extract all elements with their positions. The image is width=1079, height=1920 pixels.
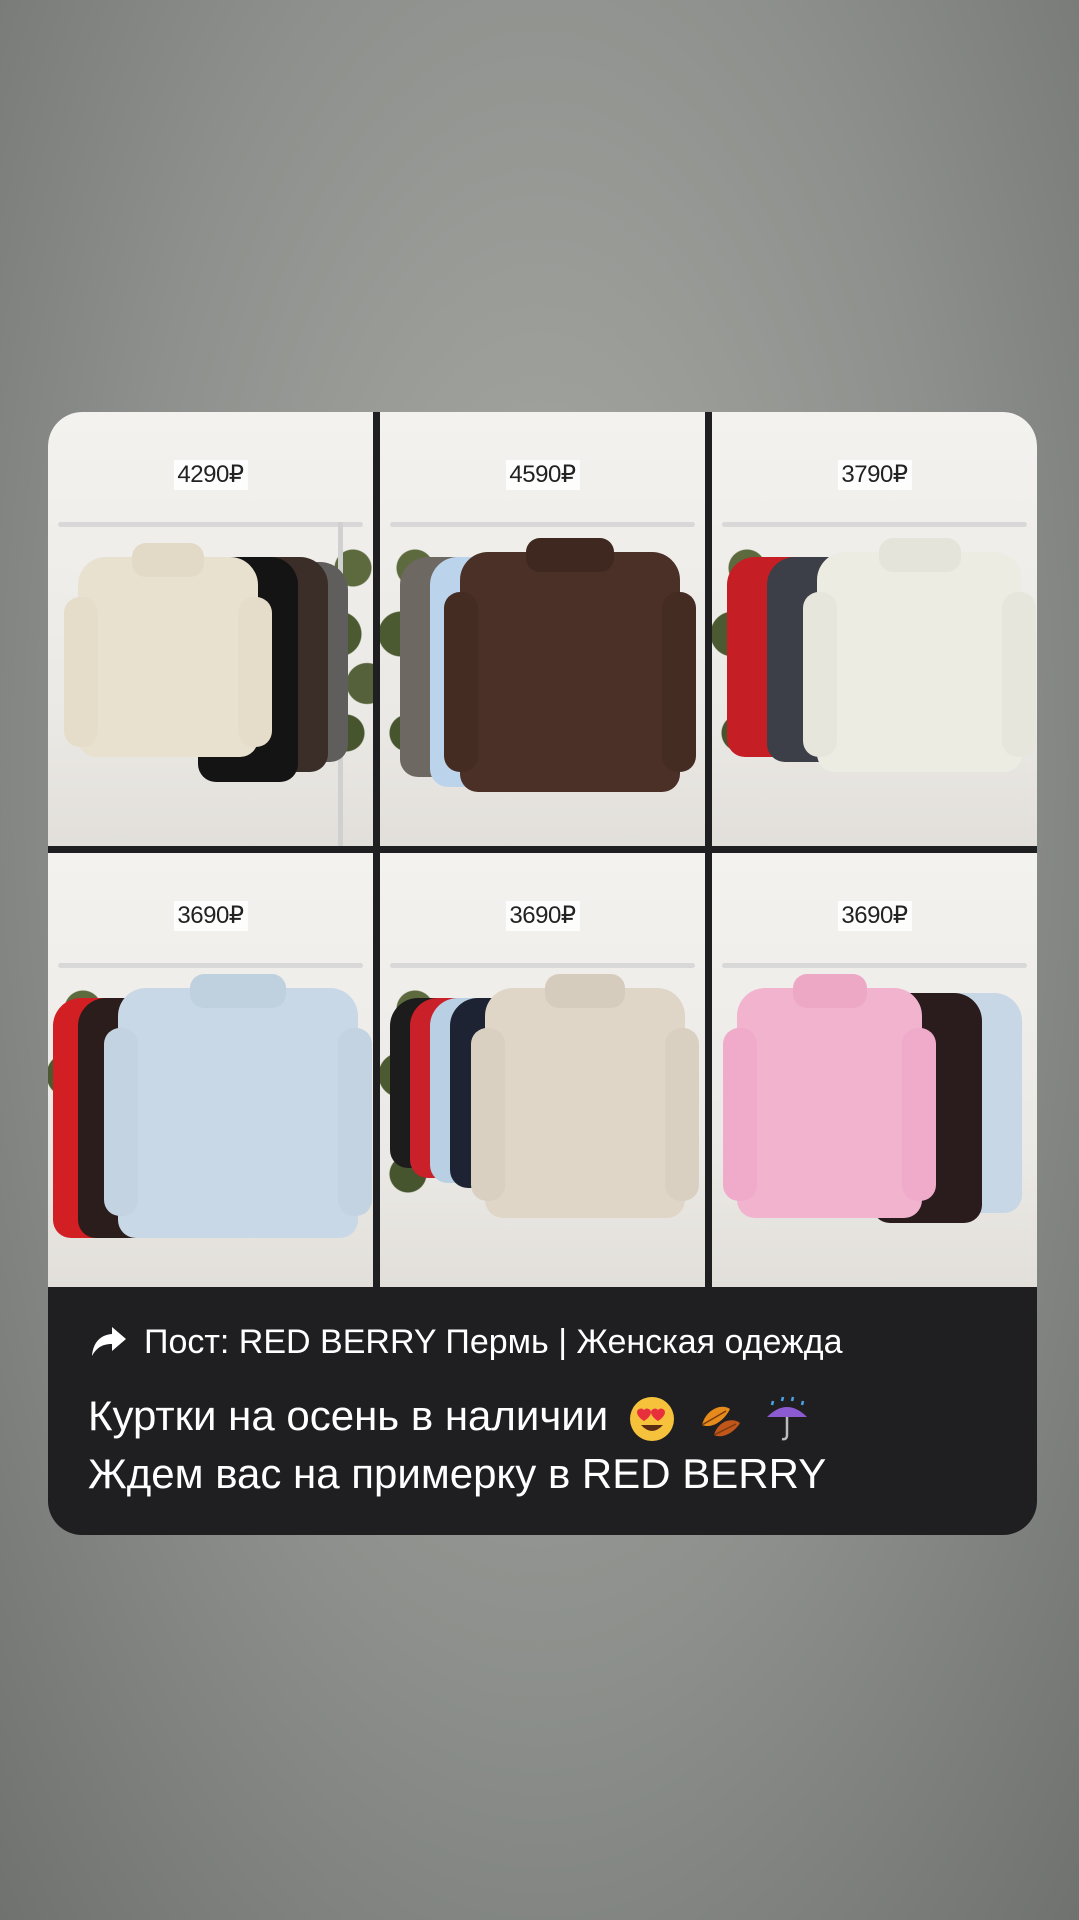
jacket-brown (444, 538, 696, 792)
price-tag: 3690₽ (837, 901, 912, 931)
caption-text-1: Куртки на осень в наличии (88, 1392, 609, 1439)
jacket-light-blue (104, 974, 372, 1238)
jacket-cream (64, 543, 272, 757)
jacket-pink (723, 974, 936, 1218)
post-source-link[interactable]: Пост: RED BERRY Пермь | Женская одежда (88, 1317, 843, 1367)
post-source-label: Пост: RED BERRY Пермь | Женская одежда (144, 1322, 843, 1361)
post-card[interactable]: 4290₽ 4590₽ 3790₽ 3690₽ 3690₽ 3690₽ Пост… (48, 412, 1037, 1535)
jacket-beige (471, 974, 699, 1218)
clothes-rack (722, 522, 1027, 527)
post-footer: Пост: RED BERRY Пермь | Женская одежда К… (48, 1287, 1037, 1535)
photo-tile-1[interactable]: 4290₽ (48, 412, 373, 846)
price-tag: 3690₽ (505, 901, 580, 931)
jacket-white (803, 538, 1036, 772)
photo-tile-6[interactable]: 3690₽ (712, 853, 1037, 1287)
price-tag: 4590₽ (505, 460, 580, 490)
post-caption: Куртки на осень в наличии Ждем вас на пр… (88, 1387, 826, 1503)
clothes-rack (58, 963, 363, 968)
photo-tile-2[interactable]: 4590₽ (380, 412, 705, 846)
photo-tile-3[interactable]: 3790₽ (712, 412, 1037, 846)
caption-line-2: Ждем вас на примерку в RED BERRY (88, 1450, 827, 1497)
caption-line-1: Куртки на осень в наличии (88, 1387, 826, 1445)
price-tag: 4290₽ (173, 460, 248, 490)
price-tag: 3790₽ (837, 460, 912, 490)
clothes-rack (390, 522, 695, 527)
falling-leaf-emoji-icon (701, 1406, 740, 1437)
share-arrow-icon (92, 1327, 126, 1356)
clothes-rack (58, 522, 363, 527)
photo-grid: 4290₽ 4590₽ 3790₽ 3690₽ 3690₽ 3690₽ (48, 412, 1037, 1287)
clothes-rack (390, 963, 695, 968)
price-tag: 3690₽ (173, 901, 248, 931)
photo-tile-5[interactable]: 3690₽ (380, 853, 705, 1287)
umbrella-rain-emoji-icon (767, 1396, 808, 1441)
clothes-rack (722, 963, 1027, 968)
heart-eyes-emoji-icon (629, 1396, 674, 1441)
photo-tile-4[interactable]: 3690₽ (48, 853, 373, 1287)
